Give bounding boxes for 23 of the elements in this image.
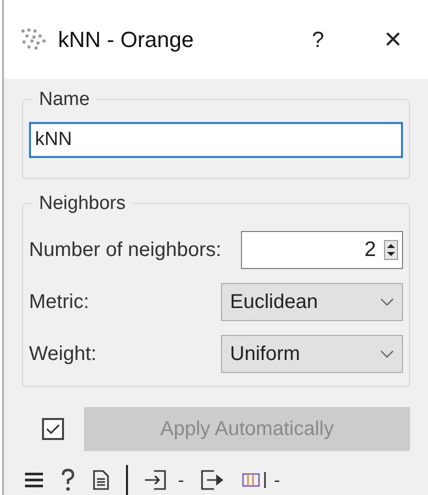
field-label: Number of neighbors: <box>29 238 222 263</box>
chevron-down-icon <box>380 298 394 306</box>
window-title: kNN - Orange <box>58 26 194 54</box>
table-icon[interactable] <box>242 471 268 489</box>
close-button[interactable]: × <box>378 17 408 62</box>
spin-arrows-icon[interactable] <box>384 240 398 260</box>
document-icon[interactable] <box>92 469 110 491</box>
number-spinbox[interactable]: 2 <box>241 231 403 269</box>
menu-icon[interactable] <box>24 472 44 488</box>
chevron-down-icon <box>380 350 394 358</box>
scatter-dots-icon <box>20 28 48 52</box>
help-icon[interactable] <box>60 468 76 492</box>
check-icon <box>45 423 61 435</box>
output-count: - <box>274 468 280 492</box>
input-count: - <box>178 468 184 492</box>
field-label: Weight: <box>29 342 96 367</box>
field-label: Metric: <box>29 290 89 315</box>
help-button[interactable]: ? <box>298 23 338 56</box>
name-input[interactable]: kNN <box>29 122 403 158</box>
input-arrow-icon[interactable] <box>144 469 168 491</box>
output-arrow-icon[interactable] <box>200 469 226 491</box>
dropdown[interactable]: Uniform <box>221 335 403 373</box>
dropdown[interactable]: Euclidean <box>221 283 403 321</box>
